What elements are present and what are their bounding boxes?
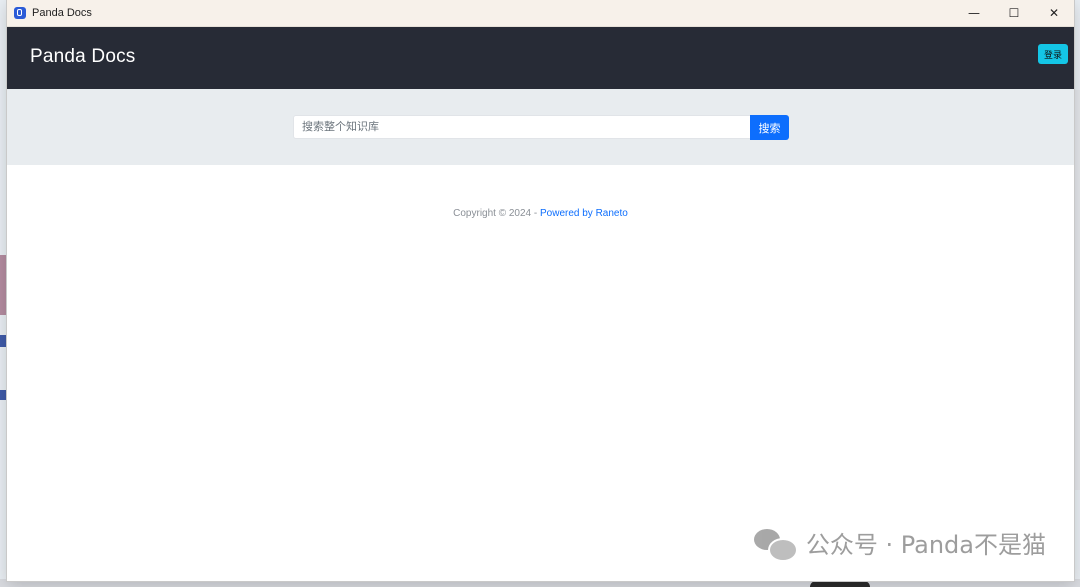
copyright-text: Copyright © 2024 - <box>453 208 540 219</box>
window-controls: — ☐ ✕ <box>954 0 1074 26</box>
app-window: Panda Docs — ☐ ✕ Panda Docs 登录 搜索整个知识库 搜… <box>7 0 1074 581</box>
powered-by-link[interactable]: Powered by Raneto <box>540 208 628 219</box>
brand-link[interactable]: Panda Docs <box>30 46 136 68</box>
search-section: 搜索整个知识库 搜索 <box>7 89 1074 165</box>
window-title: Panda Docs <box>32 7 92 19</box>
watermark-text: 公众号 · Panda不是猫 <box>805 531 1046 559</box>
close-button[interactable]: ✕ <box>1034 0 1074 26</box>
minimize-button[interactable]: — <box>954 0 994 26</box>
login-button[interactable]: 登录 <box>1037 44 1068 64</box>
main-content: Copyright © 2024 - Powered by Raneto 公众号… <box>7 165 1074 581</box>
navbar: Panda Docs 登录 <box>7 27 1074 89</box>
search-button[interactable]: 搜索 <box>750 115 789 140</box>
window-titlebar[interactable]: Panda Docs — ☐ ✕ <box>7 0 1074 27</box>
wechat-icon <box>753 527 798 562</box>
desktop-screen: Panda Docs — ☐ ✕ Panda Docs 登录 搜索整个知识库 搜… <box>0 0 1080 587</box>
footer: Copyright © 2024 - Powered by Raneto <box>7 208 1074 219</box>
app-icon <box>14 7 26 19</box>
maximize-button[interactable]: ☐ <box>994 0 1034 26</box>
watermark: 公众号 · Panda不是猫 <box>753 525 1046 562</box>
search-input[interactable]: 搜索整个知识库 <box>293 115 750 139</box>
